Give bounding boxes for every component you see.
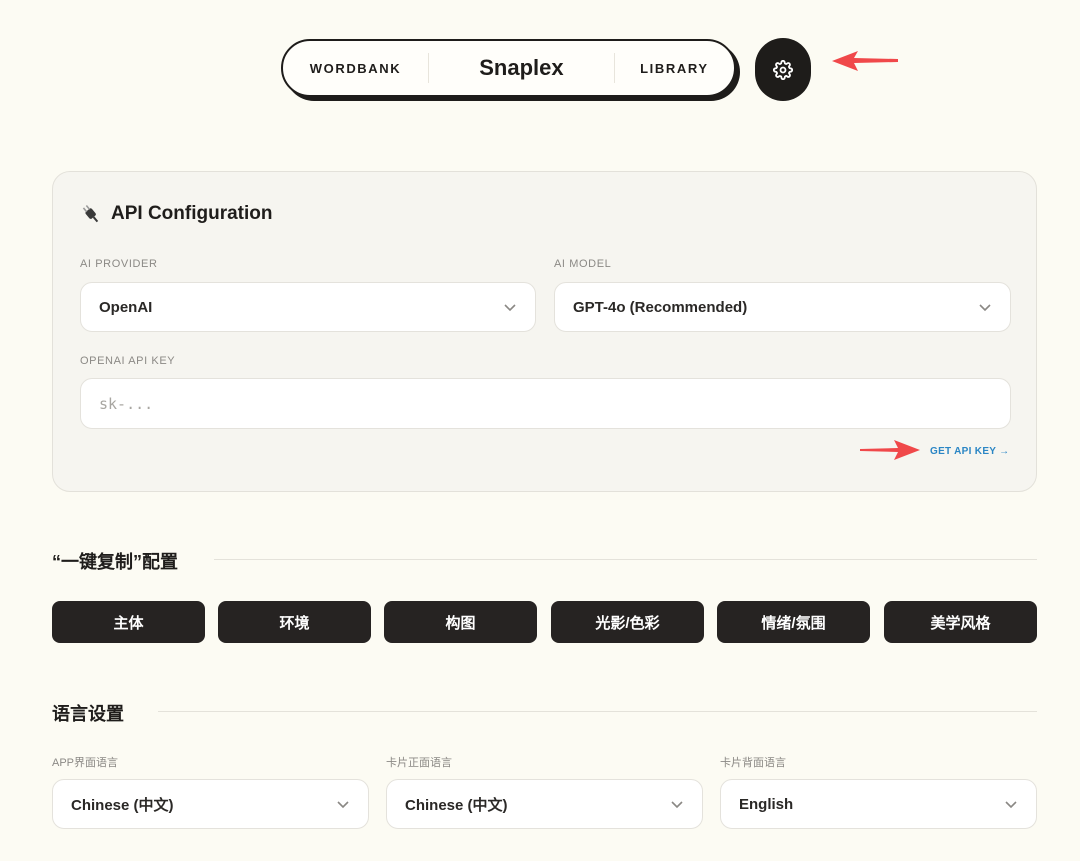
provider-select[interactable]: OpenAI [80, 282, 536, 332]
card-back-language-label: 卡片背面语言 [720, 757, 786, 769]
app-language-value: Chinese (中文) [71, 796, 174, 814]
chip-environment[interactable]: 环境 [218, 601, 371, 643]
app-language-select[interactable]: Chinese (中文) [52, 779, 369, 829]
model-select[interactable]: GPT-4o (Recommended) [554, 282, 1011, 332]
gear-icon [773, 59, 793, 80]
card-front-language-label: 卡片正面语言 [386, 757, 452, 769]
divider [214, 559, 1037, 560]
app-language-label: APP界面语言 [52, 757, 119, 769]
get-api-key-link[interactable]: GET API KEY → [930, 446, 1009, 457]
api-key-label: OPENAI API KEY [80, 355, 176, 367]
language-settings-title: 语言设置 [52, 704, 124, 724]
annotation-arrow-icon [832, 51, 898, 71]
nav-pill: WORDBANK Snaplex LIBRARY [281, 39, 736, 97]
card-front-language-select[interactable]: Chinese (中文) [386, 779, 703, 829]
nav-wordbank[interactable]: WORDBANK [283, 61, 428, 76]
chip-composition[interactable]: 构图 [384, 601, 537, 643]
model-value: GPT-4o (Recommended) [573, 298, 748, 316]
chip-mood[interactable]: 情绪/氛围 [717, 601, 870, 643]
chevron-down-icon [979, 304, 991, 312]
plug-icon [82, 204, 99, 223]
nav-library[interactable]: LIBRARY [615, 61, 734, 76]
copy-config-title: “一键复制”配置 [52, 552, 178, 572]
top-nav: WORDBANK Snaplex LIBRARY [281, 39, 742, 102]
chevron-down-icon [1005, 801, 1017, 809]
api-config-card: API Configuration AI PROVIDER OpenAI AI … [52, 171, 1037, 492]
chip-lighting-color[interactable]: 光影/色彩 [551, 601, 704, 643]
chip-subject[interactable]: 主体 [52, 601, 205, 643]
card-front-language-value: Chinese (中文) [405, 796, 508, 814]
chevron-down-icon [337, 801, 349, 809]
provider-label: AI PROVIDER [80, 258, 158, 270]
provider-value: OpenAI [99, 298, 153, 316]
model-label: AI MODEL [554, 258, 612, 270]
card-back-language-value: English [739, 795, 794, 813]
chevron-down-icon [671, 801, 683, 809]
annotation-arrow-icon [860, 440, 920, 460]
card-title: API Configuration [111, 203, 273, 224]
api-key-input[interactable] [80, 378, 1011, 429]
divider [158, 711, 1037, 712]
app-logo[interactable]: Snaplex [429, 55, 614, 81]
settings-button[interactable] [755, 38, 811, 101]
chevron-down-icon [504, 304, 516, 312]
card-back-language-select[interactable]: English [720, 779, 1037, 829]
api-config-heading: API Configuration [79, 202, 272, 226]
chip-aesthetic-style[interactable]: 美学风格 [884, 601, 1037, 643]
